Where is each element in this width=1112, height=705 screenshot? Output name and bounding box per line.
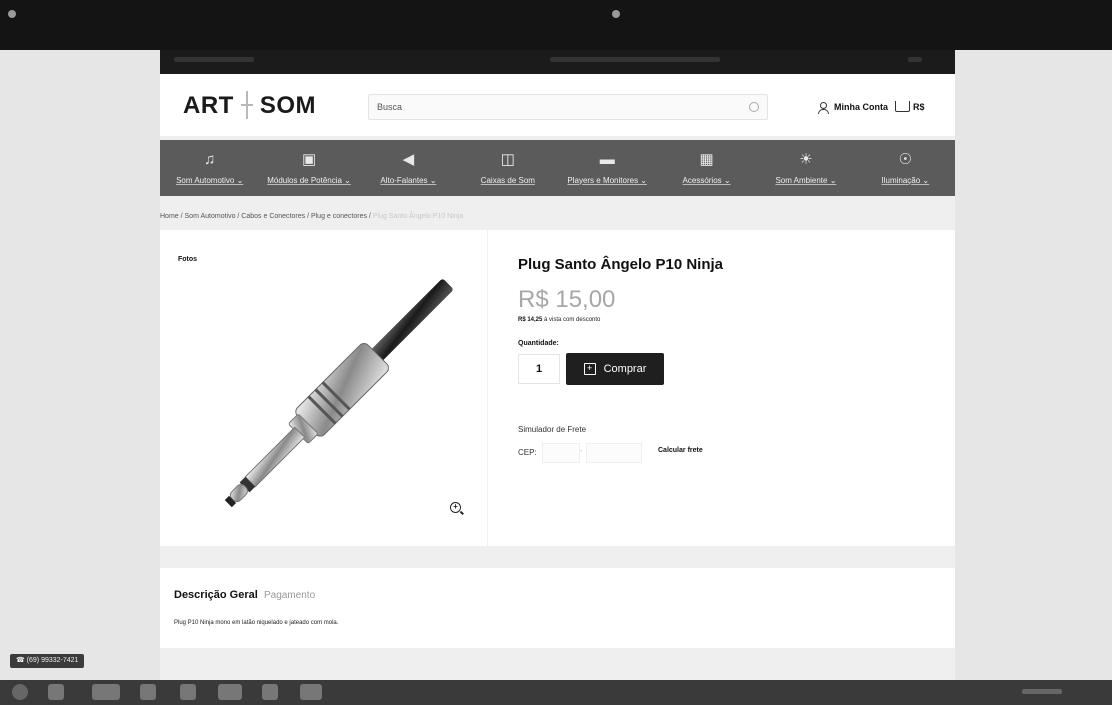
search-icon[interactable] [749,102,759,112]
cep-separator: - [580,446,583,455]
start-icon[interactable] [12,684,28,700]
quantity-label: Quantidade: [518,340,559,347]
speaker-icon: ♫ [204,150,216,168]
account-link[interactable]: Minha Conta [818,102,888,114]
plus-icon: + [583,363,596,375]
browser-icon[interactable] [8,10,16,18]
paint-taskbar-icon[interactable] [218,684,242,700]
zoom-icon[interactable]: + [450,502,461,513]
player-icon: ▬ [599,150,615,168]
cep-label: CEP: [518,448,537,457]
cep-input-prefix[interactable] [542,443,580,463]
browser-indicator-icon [612,10,620,18]
nav-item-som-automotivo[interactable]: ♫ Som Automotivo ⌄ [160,140,259,196]
quantity-input[interactable]: 1 [518,354,560,384]
browser-taskbar-icon[interactable] [48,684,64,700]
product-price: R$ 15,00 [518,286,616,313]
nav-item-iluminacao[interactable]: ☉ Iluminação ⌄ [856,140,955,196]
description-card: Descrição Geral Pagamento Plug P10 Ninja… [160,568,955,648]
cart-icon [895,101,910,112]
product-photo[interactable]: + [178,270,478,538]
tab-descricao-geral[interactable]: Descrição Geral [174,589,258,601]
whatsapp-button[interactable]: ☎ (69) 99332-7421 [10,654,85,668]
logo-separator [238,91,256,119]
divider [487,230,488,546]
site-top-bar [160,50,955,74]
chrome-taskbar-icon[interactable] [180,684,196,700]
product-card: Fotos + Plug Santo Ângelo P10 Ninja R$ 1… [160,230,955,546]
nav-item-acessorios[interactable]: ▦ Acessórios ⌄ [657,140,756,196]
browser-title-bar [0,0,1112,50]
image-viewer-taskbar-icon[interactable] [300,684,322,700]
ambient-icon: ☀ [799,150,813,168]
category-nav: ♫ Som Automotivo ⌄ ▣ Módulos de Potência… [160,140,955,196]
os-taskbar [0,680,1112,705]
nav-item-players[interactable]: ▬ Players e Monitores ⌄ [558,140,657,196]
product-title: Plug Santo Ângelo P10 Ninja [518,256,724,273]
user-icon [818,102,829,114]
buy-button[interactable]: + Comprar [566,353,664,385]
loudspeaker-icon: ◀ [402,150,415,168]
site-logo[interactable]: ART SOM [183,91,316,120]
freight-simulator-label: Simulador de Frete [518,425,587,434]
speaker-box-icon: ◫ [500,150,515,168]
media-taskbar-icon[interactable] [140,684,156,700]
nav-item-som-ambiente[interactable]: ☀ Som Ambiente ⌄ [756,140,855,196]
nav-item-modulos[interactable]: ▣ Módulos de Potência ⌄ [259,140,358,196]
calculate-freight-button[interactable]: Calcular frete [658,447,703,454]
app-taskbar-icon[interactable] [262,684,278,700]
nav-item-caixas[interactable]: ◫ Caixas de Som [458,140,557,196]
amplifier-icon: ▣ [301,150,317,168]
folder-taskbar-icon[interactable] [92,684,120,700]
tab-pagamento[interactable]: Pagamento [264,590,315,601]
search-input[interactable]: Busca [368,94,768,120]
plug-image [224,279,453,508]
cart-link[interactable]: R$ [895,101,925,112]
discount-price: R$ 14,25 à vista com desconto [518,317,601,323]
breadcrumb[interactable]: Home / Som Automotivo / Cabos e Conector… [160,213,463,220]
website: ART SOM Busca Minha Conta R$ ♫ Som Automo… [160,50,955,705]
light-icon: ☉ [898,150,913,168]
whatsapp-icon: ☎ [16,657,27,664]
nav-item-alto-falantes[interactable]: ◀ Alto-Falantes ⌄ [359,140,458,196]
car-icon: ▦ [699,150,714,168]
site-header: ART SOM Busca Minha Conta R$ [160,74,955,136]
system-tray-icons[interactable] [1022,689,1062,694]
cep-input-suffix[interactable] [586,443,642,463]
photos-label: Fotos [178,256,198,263]
description-text: Plug P10 Ninja mono em latão niquelado e… [174,620,339,626]
